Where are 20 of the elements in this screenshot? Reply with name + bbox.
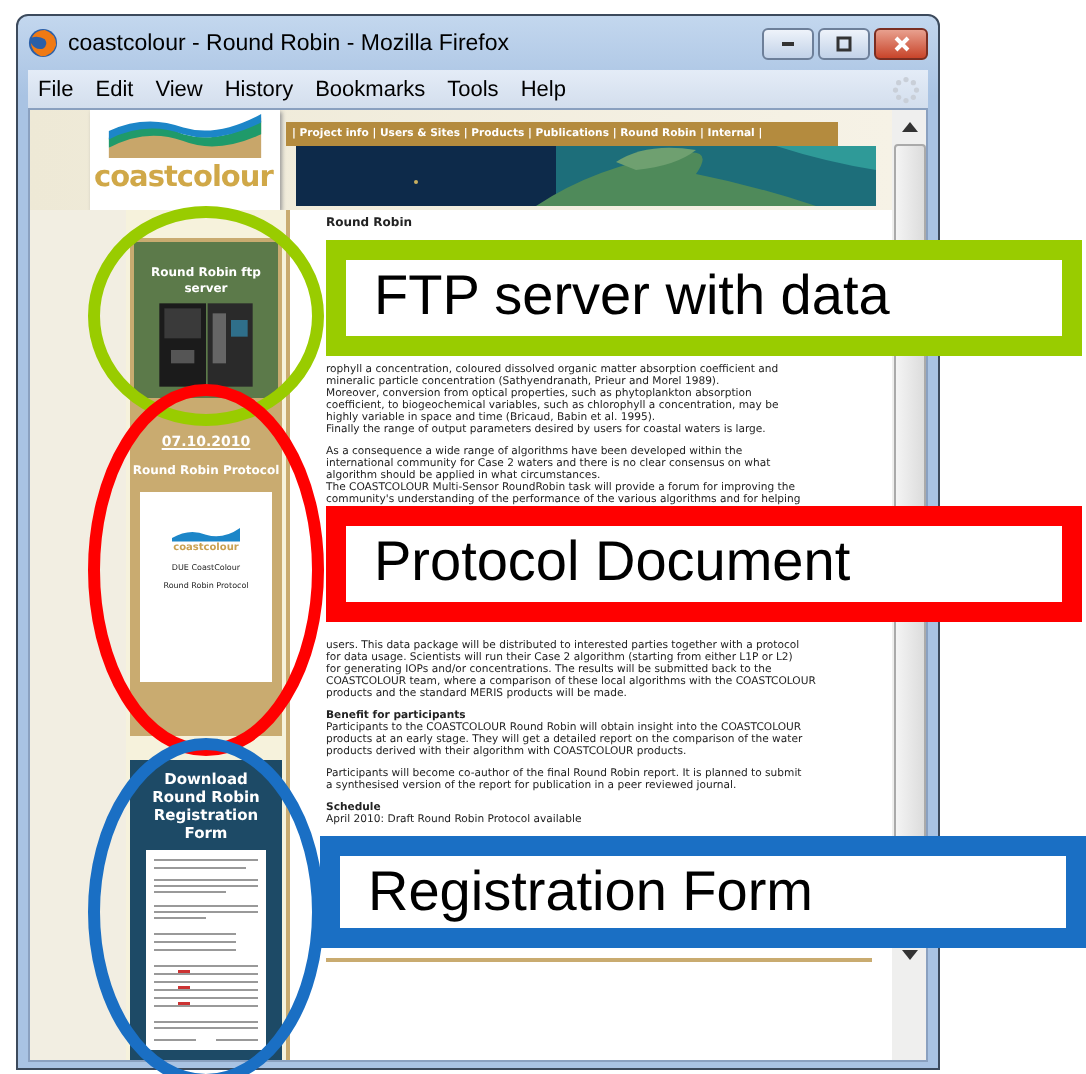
close-icon (891, 33, 911, 53)
callout-label: Registration Form (320, 836, 1086, 948)
close-button[interactable] (874, 27, 928, 59)
minimize-icon (782, 41, 794, 45)
menu-item[interactable]: File (38, 77, 74, 101)
menu-item[interactable]: Help (520, 77, 566, 101)
scroll-up-icon[interactable] (901, 122, 917, 132)
maximize-icon (834, 33, 854, 53)
menu-item[interactable]: Edit (95, 77, 134, 101)
callout-label: Protocol Document (326, 506, 1082, 622)
browser-logo-icon (28, 28, 58, 58)
callout-label: FTP server with data (326, 240, 1082, 356)
menu-item[interactable]: View (155, 77, 203, 101)
menu-item[interactable]: Tools (447, 77, 499, 101)
loading-icon (892, 75, 920, 103)
maximize-button[interactable] (818, 27, 870, 59)
minimize-button[interactable] (762, 27, 814, 59)
menu-item[interactable]: History (224, 77, 294, 101)
menu-item[interactable]: Bookmarks (315, 77, 426, 101)
window-title: coastcolour - Round Robin - Mozilla Firefox (68, 31, 510, 55)
